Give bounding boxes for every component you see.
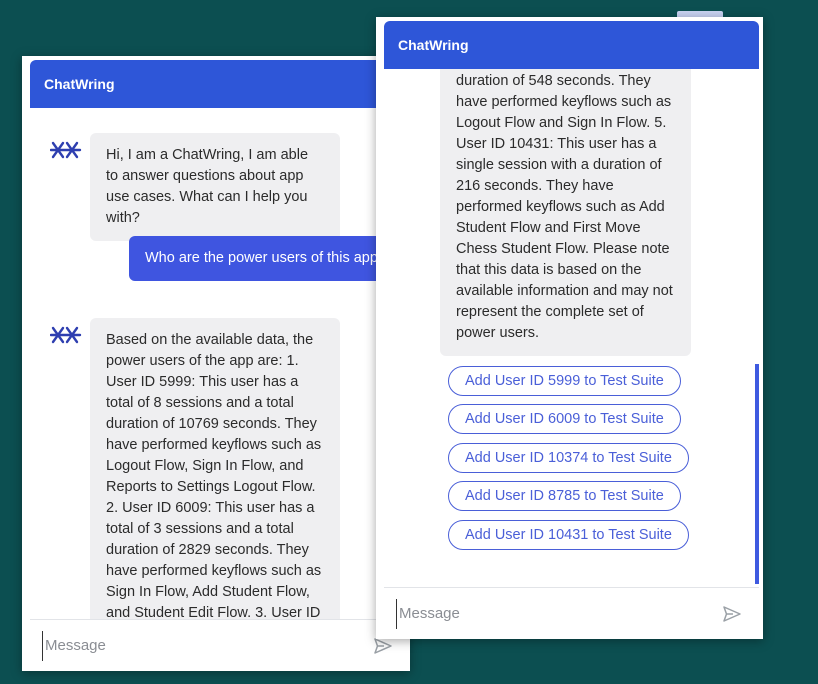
suggestion-add-user-10374[interactable]: Add User ID 10374 to Test Suite [448,443,689,473]
chatwring-logo-icon [50,326,82,344]
scrollbar-thumb[interactable] [755,364,759,584]
bot-message-row: Based on the available data, the power u… [50,318,340,619]
user-message-bubble: Who are the power users of this app? [129,236,410,281]
suggestion-add-user-6009[interactable]: Add User ID 6009 to Test Suite [448,404,681,434]
chat-header: ChatWring [384,21,759,69]
message-composer [30,619,410,671]
bot-answer-bubble: duration of 548 seconds. They have perfo… [440,69,691,356]
chat-window-right: ChatWring duration of 548 seconds. They … [376,17,763,639]
chatwring-logo-icon [50,141,82,159]
message-composer [384,587,759,639]
chat-title: ChatWring [44,76,115,92]
bot-answer-bubble: Based on the available data, the power u… [90,318,340,619]
bot-message-row: Hi, I am a ChatWring, I am able to answe… [50,133,340,241]
suggestion-add-user-10431[interactable]: Add User ID 10431 to Test Suite [448,520,689,550]
bot-greeting-bubble: Hi, I am a ChatWring, I am able to answe… [90,133,340,241]
suggestion-add-user-8785[interactable]: Add User ID 8785 to Test Suite [448,481,681,511]
send-icon[interactable] [721,603,743,625]
chat-title: ChatWring [398,37,469,53]
chat-messages[interactable]: duration of 548 seconds. They have perfo… [384,69,759,587]
chat-header: ChatWring [30,60,410,108]
suggestion-add-user-5999[interactable]: Add User ID 5999 to Test Suite [448,366,681,396]
chat-window-left: ChatWring Hi, I am a ChatWring, I am abl… [22,56,410,671]
chat-messages[interactable]: Hi, I am a ChatWring, I am able to answe… [30,108,410,619]
message-input[interactable] [396,598,711,629]
message-input[interactable] [42,630,362,661]
